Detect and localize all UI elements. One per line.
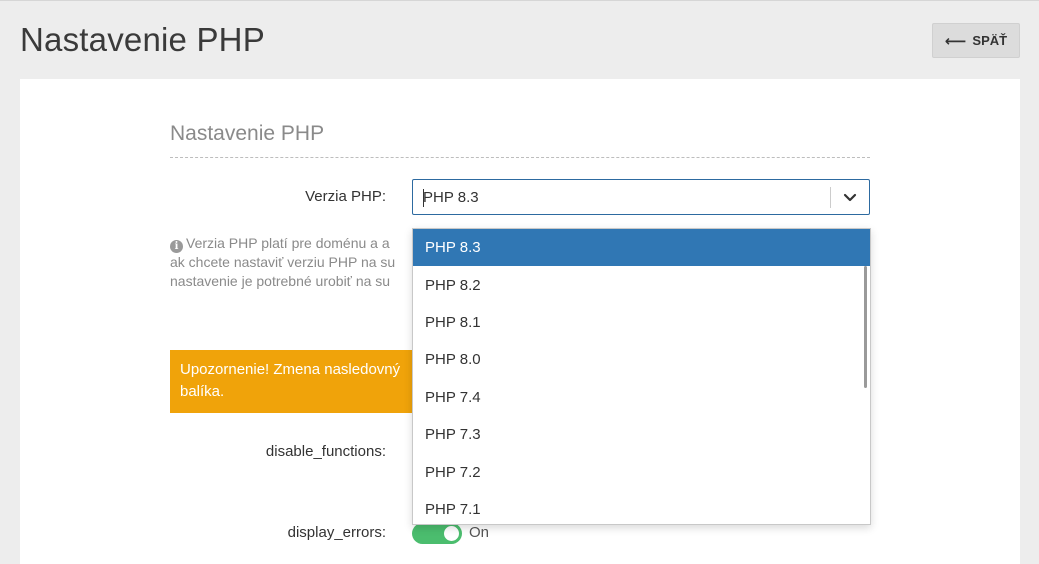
toggle-knob (444, 526, 459, 541)
select-separator (830, 187, 831, 208)
php-version-option[interactable]: PHP 7.2 (413, 453, 870, 490)
section-title: Nastavenie PHP (170, 122, 325, 145)
warning-banner: Upozornenie! Zmena nasledovný balíka. (170, 350, 415, 413)
php-version-select[interactable]: PHP 8.3 (412, 179, 870, 215)
php-version-option[interactable]: PHP 7.3 (413, 416, 870, 453)
page-title: Nastavenie PHP (20, 21, 265, 58)
php-version-value: PHP 8.3 (423, 189, 479, 206)
warning-line: Upozornenie! Zmena nasledovný (180, 361, 401, 378)
display-errors-toggle[interactable] (412, 523, 462, 544)
warning-line: balíka. (180, 383, 225, 400)
php-version-option[interactable]: PHP 8.2 (413, 266, 870, 303)
display-errors-label: display_errors: (287, 524, 386, 541)
php-version-option[interactable]: PHP 8.3 (413, 229, 870, 267)
disable-functions-label: disable_functions: (265, 443, 386, 460)
arrow-left-icon: ⟵ (944, 32, 967, 50)
dropdown-scrollbar[interactable] (864, 266, 867, 388)
php-version-dropdown: PHP 8.3 PHP 8.2 PHP 8.1 PHP 8.0 PHP 7.4 … (412, 228, 871, 525)
php-version-option[interactable]: PHP 8.1 (413, 304, 870, 341)
back-button-label: SPÄŤ (972, 33, 1008, 48)
php-version-option[interactable]: PHP 7.4 (413, 379, 870, 416)
php-version-option[interactable]: PHP 7.1 (413, 491, 870, 524)
chevron-down-icon[interactable] (841, 189, 859, 207)
display-errors-state: On (469, 524, 490, 541)
info-icon: i (170, 240, 183, 253)
help-line: ak chcete nastaviť verziu PHP na su (170, 254, 396, 270)
help-line: nastavenie je potrebné urobiť na su (170, 273, 391, 289)
php-version-label: Verzia PHP: (305, 188, 386, 205)
php-version-help: i Verzia PHP platí pre doménu a a ak chce… (170, 234, 415, 291)
section-divider (170, 157, 870, 158)
php-version-option[interactable]: PHP 8.0 (413, 341, 870, 378)
back-button[interactable]: ⟵ SPÄŤ (932, 23, 1020, 58)
help-line: Verzia PHP platí pre doménu a a (186, 235, 390, 251)
